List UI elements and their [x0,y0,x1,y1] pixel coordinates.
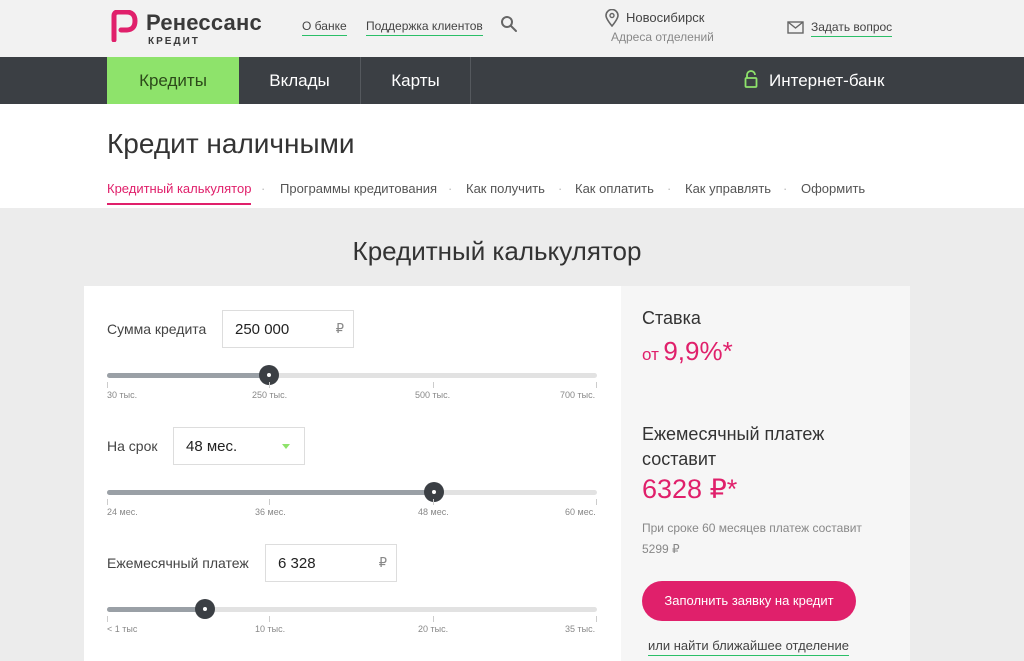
payment-slider-fill [107,607,205,612]
slider-tick [596,616,597,622]
nav-divider [470,57,471,104]
logo-name: Ренессанс [146,10,262,35]
calculator-title: Кредитный калькулятор [352,236,642,266]
amount-tick-label: 250 тыс. [252,390,288,400]
subnav-calculator[interactable]: Кредитный калькулятор [107,181,252,205]
apply-credit-button[interactable]: Заполнить заявку на кредит [642,581,856,621]
about-link[interactable]: О банке [302,19,347,36]
subnav-how-to-manage[interactable]: Как управлять [685,181,771,196]
subnav-separator: · [261,181,266,196]
subnav-separator: · [448,181,453,196]
subnav-separator: · [558,181,563,196]
payment-note: При сроке 60 месяцев платеж составит 529… [642,518,892,560]
slider-tick [269,499,270,505]
payment-label: Ежемесячный платеж [107,555,249,571]
term-slider[interactable] [107,482,597,502]
rate-prefix: от [642,345,659,364]
amount-tick-label: 700 тыс. [560,390,596,400]
amount-slider[interactable] [107,365,597,385]
slider-tick [596,382,597,388]
find-branch-link[interactable]: или найти ближайшее отделение [648,638,849,656]
slider-tick [107,382,108,388]
branches-link[interactable]: Адреса отделений [611,30,714,44]
payment-slider-handle[interactable] [195,599,215,619]
slider-tick [433,499,434,505]
subnav-separator: · [667,181,672,196]
top-bar: Ренессанс КРЕДИТ О банке Поддержка клиен… [0,0,1024,57]
term-value: 48 мес. [186,438,238,455]
search-icon[interactable] [500,15,518,33]
subnav-how-to-get[interactable]: Как получить [466,181,545,196]
location-pin-icon [605,9,619,27]
slider-tick [107,616,108,622]
city-selector[interactable]: Новосибирск [626,10,705,25]
payment-tick-label: 10 тыс. [255,624,286,634]
rate-value: 9,9%* [663,336,733,366]
slider-tick [433,382,434,388]
rate-title: Ставка [642,308,701,328]
amount-slider-fill [107,373,269,378]
payment-value: 6 328 [278,555,316,572]
monthly-payment-value: 6328 ₽* [642,474,738,504]
payment-tick-label: < 1 тыс [107,624,138,634]
slider-tick [596,499,597,505]
nav-tab-deposits[interactable]: Вклады [239,57,360,104]
ruble-sign: ₽ [335,321,344,336]
payment-note-line: При сроке 60 месяцев платеж составит [642,521,862,535]
page-title: Кредит наличными [107,128,355,159]
slider-tick [433,616,434,622]
slider-tick [269,616,270,622]
payment-note-amount: 5299 ₽ [642,542,680,556]
support-link[interactable]: Поддержка клиентов [366,19,483,36]
payment-tick-label: 20 тыс. [418,624,449,634]
slider-tick [107,499,108,505]
dropdown-arrow-icon [282,444,290,449]
payment-slider[interactable] [107,599,597,619]
slider-tick [269,382,270,388]
ask-question-link[interactable]: Задать вопрос [811,20,893,37]
amount-input[interactable]: 250 000 ₽ [222,310,354,348]
term-tick-label: 60 мес. [565,507,596,517]
ruble-sign: ₽ [378,555,387,570]
main-nav: Кредиты Вклады Карты Интернет-банк [0,57,1024,104]
nav-tab-credits[interactable]: Кредиты [107,57,239,104]
logo[interactable]: Ренессанс КРЕДИТ [110,8,280,48]
internet-bank-link[interactable]: Интернет-банк [769,57,884,104]
subnav-programs[interactable]: Программы кредитования [280,181,437,196]
subnav-how-to-pay[interactable]: Как оплатить [575,181,654,196]
term-label: На срок [107,438,158,454]
rate-value-block: от 9,9%* [642,336,733,367]
logo-subtitle: КРЕДИТ [148,36,200,47]
mail-icon [787,21,804,34]
term-tick-label: 48 мес. [418,507,449,517]
amount-tick-label: 30 тыс. [107,390,138,400]
nav-tab-cards[interactable]: Карты [361,57,470,104]
subnav-separator: · [783,181,788,196]
logo-mark-icon [111,10,138,42]
payment-input[interactable]: 6 328 ₽ [265,544,397,582]
payment-tick-label: 35 тыс. [565,624,596,634]
amount-value: 250 000 [235,321,290,338]
amount-tick-label: 500 тыс. [415,390,451,400]
term-dropdown[interactable]: 48 мес. [173,427,305,465]
amount-label: Сумма кредита [107,321,207,337]
subnav-apply[interactable]: Оформить [801,181,865,196]
lock-icon [744,70,758,88]
monthly-payment-title: Ежемесячный платеж составит [642,424,825,469]
term-tick-label: 36 мес. [255,507,286,517]
term-slider-fill [107,490,434,495]
term-tick-label: 24 мес. [107,507,138,517]
